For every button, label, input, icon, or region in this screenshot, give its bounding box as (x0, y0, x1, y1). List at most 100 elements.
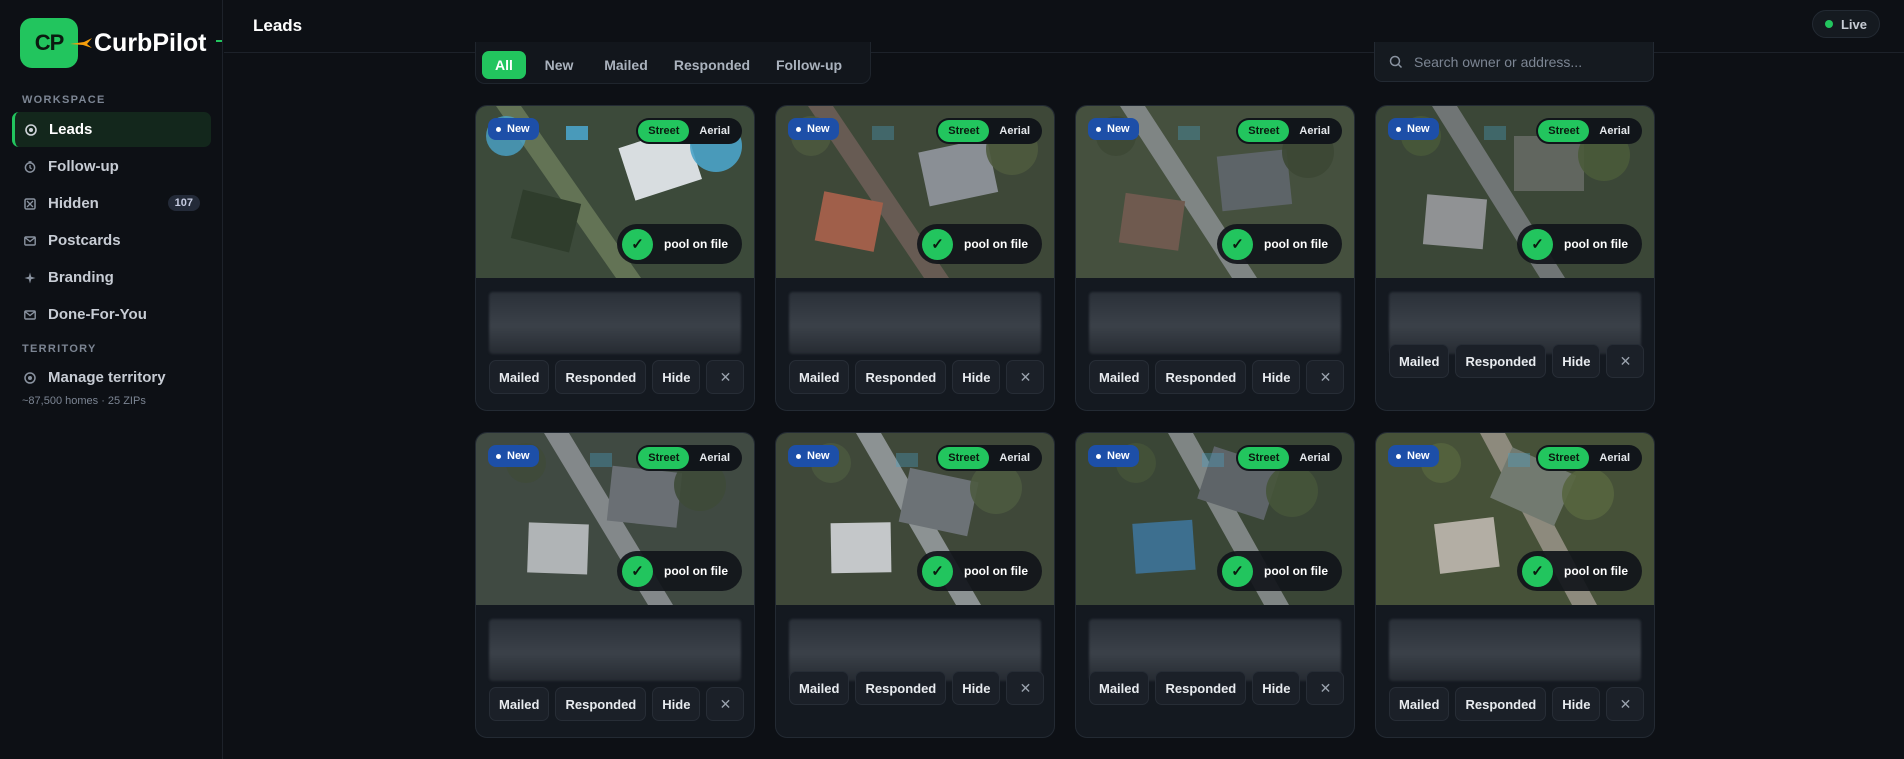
aerial-view-button[interactable]: Aerial (689, 120, 740, 142)
sidebar-item-done-for-you[interactable]: Done-For-You (12, 297, 211, 332)
sidebar-item-label: Branding (48, 269, 114, 286)
street-view-button[interactable]: Street (1538, 447, 1590, 469)
view-toggle: Street Aerial (1236, 118, 1342, 144)
sidebar-item-leads[interactable]: Leads (12, 112, 211, 147)
logo-badge: CP (20, 18, 92, 68)
pool-status-pill: ✓ pool on file (917, 224, 1042, 264)
aerial-view-button[interactable]: Aerial (1589, 120, 1640, 142)
sidebar-item-follow-up[interactable]: Follow-up (12, 149, 211, 184)
brand-name: CurbPilot (94, 28, 207, 57)
aerial-view-button[interactable]: Aerial (1289, 120, 1340, 142)
lead-card[interactable]: New Street Aerial ✓ pool on file Mailed … (1075, 105, 1355, 411)
card-actions: Mailed Responded Hide ✕ (489, 360, 745, 394)
mailed-button[interactable]: Mailed (789, 671, 850, 705)
aerial-view-button[interactable]: Aerial (1289, 447, 1340, 469)
hide-button[interactable]: Hide (1252, 360, 1301, 394)
dismiss-button[interactable]: ✕ (1306, 360, 1345, 394)
badge-dot-icon (496, 453, 501, 459)
aerial-view-button[interactable]: Aerial (689, 447, 740, 469)
search-input[interactable] (1414, 53, 1634, 70)
responded-button[interactable]: Responded (1155, 671, 1247, 705)
dismiss-button[interactable]: ✕ (706, 687, 745, 721)
search-box[interactable] (1374, 42, 1654, 82)
street-view-button[interactable]: Street (1238, 447, 1290, 469)
mailed-button[interactable]: Mailed (489, 687, 550, 721)
dismiss-button[interactable]: ✕ (1006, 360, 1045, 394)
sidebar-item-hidden[interactable]: Hidden 107 (12, 186, 211, 221)
live-status-text: Live (1840, 16, 1867, 32)
mailed-button[interactable]: Mailed (1389, 687, 1450, 721)
mailed-button[interactable]: Mailed (489, 360, 550, 394)
status-badge-label: New (1407, 450, 1430, 462)
lead-card[interactable]: New Street Aerial ✓ pool on file Mailed … (475, 105, 755, 411)
hide-button[interactable]: Hide (1552, 344, 1601, 378)
street-view-button[interactable]: Street (638, 120, 690, 142)
responded-button[interactable]: Responded (555, 360, 647, 394)
pool-status-pill: ✓ pool on file (1217, 224, 1342, 264)
card-actions: Mailed Responded Hide ✕ (1089, 671, 1345, 705)
lead-card[interactable]: New Street Aerial ✓ pool on file Mailed … (475, 432, 755, 738)
responded-button[interactable]: Responded (855, 360, 947, 394)
lead-card[interactable]: New Street Aerial ✓ pool on file Mailed … (1075, 432, 1355, 738)
view-toggle: Street Aerial (636, 118, 742, 144)
brand-logo[interactable]: CP CurbPilot (20, 18, 207, 68)
street-view-button[interactable]: Street (938, 447, 990, 469)
mailed-button[interactable]: Mailed (1389, 344, 1450, 378)
territory-summary: ~87,500 homes · 25 ZIPs (22, 395, 146, 407)
aerial-view-button[interactable]: Aerial (989, 447, 1040, 469)
card-actions: Mailed Responded Hide ✕ (789, 360, 1045, 394)
status-badge-label: New (1107, 450, 1130, 462)
status-badge-label: New (807, 123, 830, 135)
street-view-button[interactable]: Street (1238, 120, 1290, 142)
hide-button[interactable]: Hide (652, 687, 701, 721)
tab-mailed[interactable]: Mailed (594, 51, 658, 79)
plane-icon (70, 38, 92, 48)
sidebar-item-postcards[interactable]: Postcards (12, 223, 211, 258)
responded-button[interactable]: Responded (855, 671, 947, 705)
dismiss-button[interactable]: ✕ (1306, 671, 1345, 705)
tab-responded[interactable]: Responded (668, 51, 756, 79)
hide-button[interactable]: Hide (1552, 687, 1601, 721)
pool-status-text: pool on file (1264, 237, 1328, 251)
responded-button[interactable]: Responded (1455, 344, 1547, 378)
dismiss-button[interactable]: ✕ (706, 360, 745, 394)
mailed-button[interactable]: Mailed (789, 360, 850, 394)
sidebar-item-branding[interactable]: Branding (12, 260, 211, 295)
tab-new[interactable]: New (534, 51, 584, 79)
dismiss-button[interactable]: ✕ (1606, 687, 1645, 721)
tab-all[interactable]: All (482, 51, 526, 79)
lead-card[interactable]: New Street Aerial ✓ pool on file Mailed … (775, 432, 1055, 738)
street-view-button[interactable]: Street (1538, 120, 1590, 142)
aerial-view-button[interactable]: Aerial (1589, 447, 1640, 469)
lead-card[interactable]: New Street Aerial ✓ pool on file Mailed … (1375, 105, 1655, 411)
mailed-button[interactable]: Mailed (1089, 360, 1150, 394)
logo-accent-line (216, 40, 222, 42)
badge-dot-icon (496, 126, 501, 132)
lead-card[interactable]: New Street Aerial ✓ pool on file Mailed … (775, 105, 1055, 411)
hide-button[interactable]: Hide (952, 671, 1001, 705)
aerial-view-button[interactable]: Aerial (989, 120, 1040, 142)
status-badge-label: New (1107, 123, 1130, 135)
tab-follow-up[interactable]: Follow-up (766, 51, 852, 79)
pool-status-pill: ✓ pool on file (617, 551, 742, 591)
redacted-owner-info (1089, 292, 1341, 354)
hide-button[interactable]: Hide (652, 360, 701, 394)
card-actions: Mailed Responded Hide ✕ (489, 687, 745, 721)
hide-button[interactable]: Hide (952, 360, 1001, 394)
dismiss-button[interactable]: ✕ (1606, 344, 1645, 378)
search-icon (1389, 55, 1403, 68)
badge-dot-icon (1396, 453, 1401, 459)
dismiss-button[interactable]: ✕ (1006, 671, 1045, 705)
territory-section-label: TERRITORY (22, 343, 97, 355)
lead-card[interactable]: New Street Aerial ✓ pool on file Mailed … (1375, 432, 1655, 738)
responded-button[interactable]: Responded (555, 687, 647, 721)
status-badge: New (788, 118, 839, 140)
mailed-button[interactable]: Mailed (1089, 671, 1150, 705)
status-badge: New (488, 118, 539, 140)
hide-button[interactable]: Hide (1252, 671, 1301, 705)
responded-button[interactable]: Responded (1455, 687, 1547, 721)
responded-button[interactable]: Responded (1155, 360, 1247, 394)
sidebar-item-manage-territory[interactable]: Manage territory (12, 360, 211, 395)
street-view-button[interactable]: Street (638, 447, 690, 469)
street-view-button[interactable]: Street (938, 120, 990, 142)
